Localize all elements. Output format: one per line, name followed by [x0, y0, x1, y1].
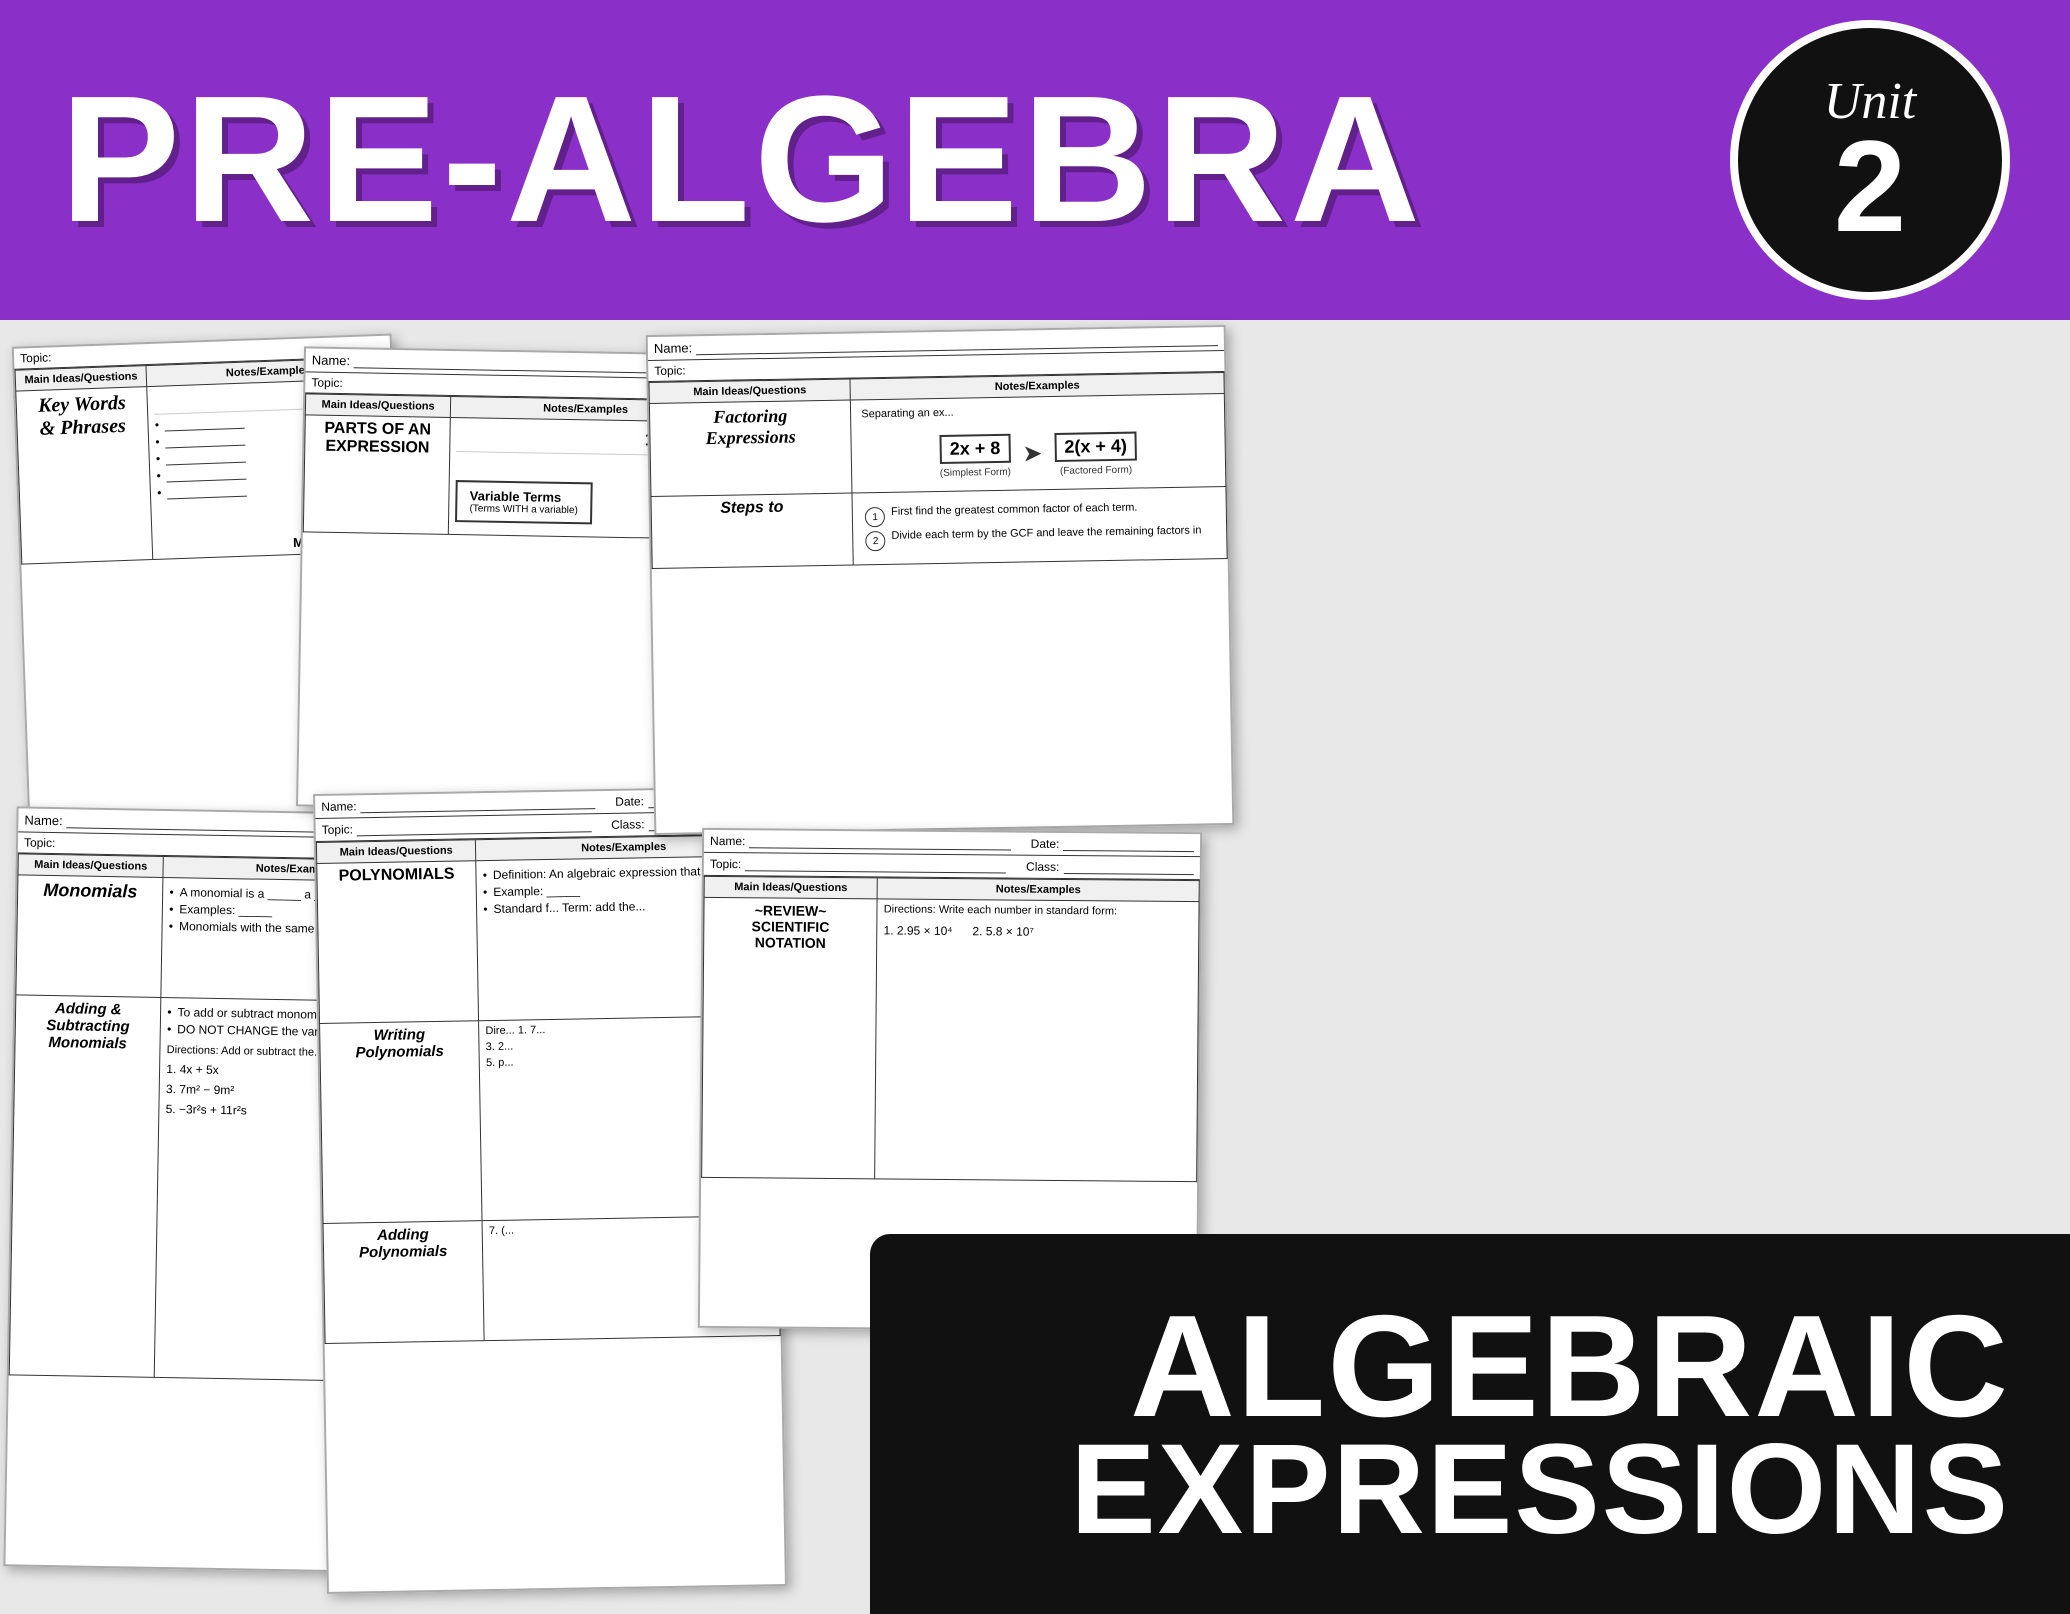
name-label: Name: [654, 340, 693, 356]
poly-section1: POLYNOMIALS [317, 861, 479, 1024]
variable-terms-desc: (Terms WITH a variable) [469, 503, 578, 516]
factoring-section1: FactoringExpressions [649, 400, 852, 496]
expressions-title: EXPRESSIONS [1070, 1432, 2010, 1547]
parts-section1: PARTS OF ANEXPRESSION [303, 415, 450, 535]
col1-header: Main Ideas/Questions [316, 840, 476, 864]
topic-label: Topic: [654, 363, 686, 378]
bottom-bar: ALGEBRAIC EXPRESSIONS [870, 1234, 2070, 1614]
worksheet-factoring: Name: Topic: Main Ideas/Questions Notes/… [646, 325, 1235, 835]
unit-circle: Unit 2 [1730, 20, 2010, 300]
name-label: Name: [312, 353, 351, 369]
sci-prob2: 2. 5.8 × 10⁷ [972, 924, 1034, 939]
variable-terms-box: Variable Terms (Terms WITH a variable) [455, 480, 592, 524]
col2-header: Notes/Examples [877, 878, 1199, 902]
monomials-section1: Monomials [16, 875, 163, 998]
step1: 1 First find the greatest common factor … [865, 500, 1214, 527]
keywords-section1: Key Words& Phrases [16, 387, 153, 564]
poly-section2: WritingPolynomials [320, 1021, 483, 1224]
steps-title: Steps to [651, 493, 853, 569]
topic-label: Topic: [20, 350, 52, 365]
step2: 2 Divide each term by the GCF and leave … [865, 524, 1214, 551]
col1-header: Main Ideas/Questions [305, 394, 451, 418]
monomials-section2: Adding &SubtractingMonomials [9, 995, 161, 1377]
content-area: Topic: Main Ideas/Questions Notes/Exampl… [0, 320, 2070, 1614]
col1-header: Main Ideas/Questions [18, 854, 164, 878]
name-label: Name: [24, 813, 63, 829]
steps-notes: 1 First find the greatest common factor … [852, 486, 1227, 565]
unit-number: 2 [1834, 128, 1906, 245]
header-banner: PRE-ALGEBRA Unit 2 [0, 0, 2070, 320]
simplest-form-box: 2x + 8 [939, 434, 1010, 464]
topic-label: Topic: [311, 376, 343, 391]
factoring-notes: Separating an ex... 2x + 8 (Simplest For… [851, 394, 1226, 494]
topic-label: Topic: [24, 836, 56, 851]
sci-prob1: 1. 2.95 × 10⁴ [883, 923, 952, 938]
sci-notes: Directions: Write each number in standar… [875, 899, 1199, 1182]
ws-factoring-table: Main Ideas/Questions Notes/Examples Fact… [649, 372, 1228, 569]
algebraic-title: ALGEBRAIC [1130, 1301, 2010, 1432]
col1-header: Main Ideas/Questions [704, 876, 877, 899]
ws-scientific-table: Main Ideas/Questions Notes/Examples ~REV… [701, 876, 1200, 1182]
page-title: PRE-ALGEBRA [60, 70, 1424, 250]
arrow-icon: ➤ [1022, 439, 1043, 468]
sci-section1: ~REVIEW~SCIENTIFICNOTATION [702, 897, 878, 1179]
simplest-form-label: (Simplest Form) [936, 467, 1015, 479]
poly-section3: AddingPolynomials [323, 1221, 484, 1344]
factored-form-label: (Factored Form) [1051, 464, 1142, 477]
factored-form-box: 2(x + 4) [1054, 432, 1137, 462]
